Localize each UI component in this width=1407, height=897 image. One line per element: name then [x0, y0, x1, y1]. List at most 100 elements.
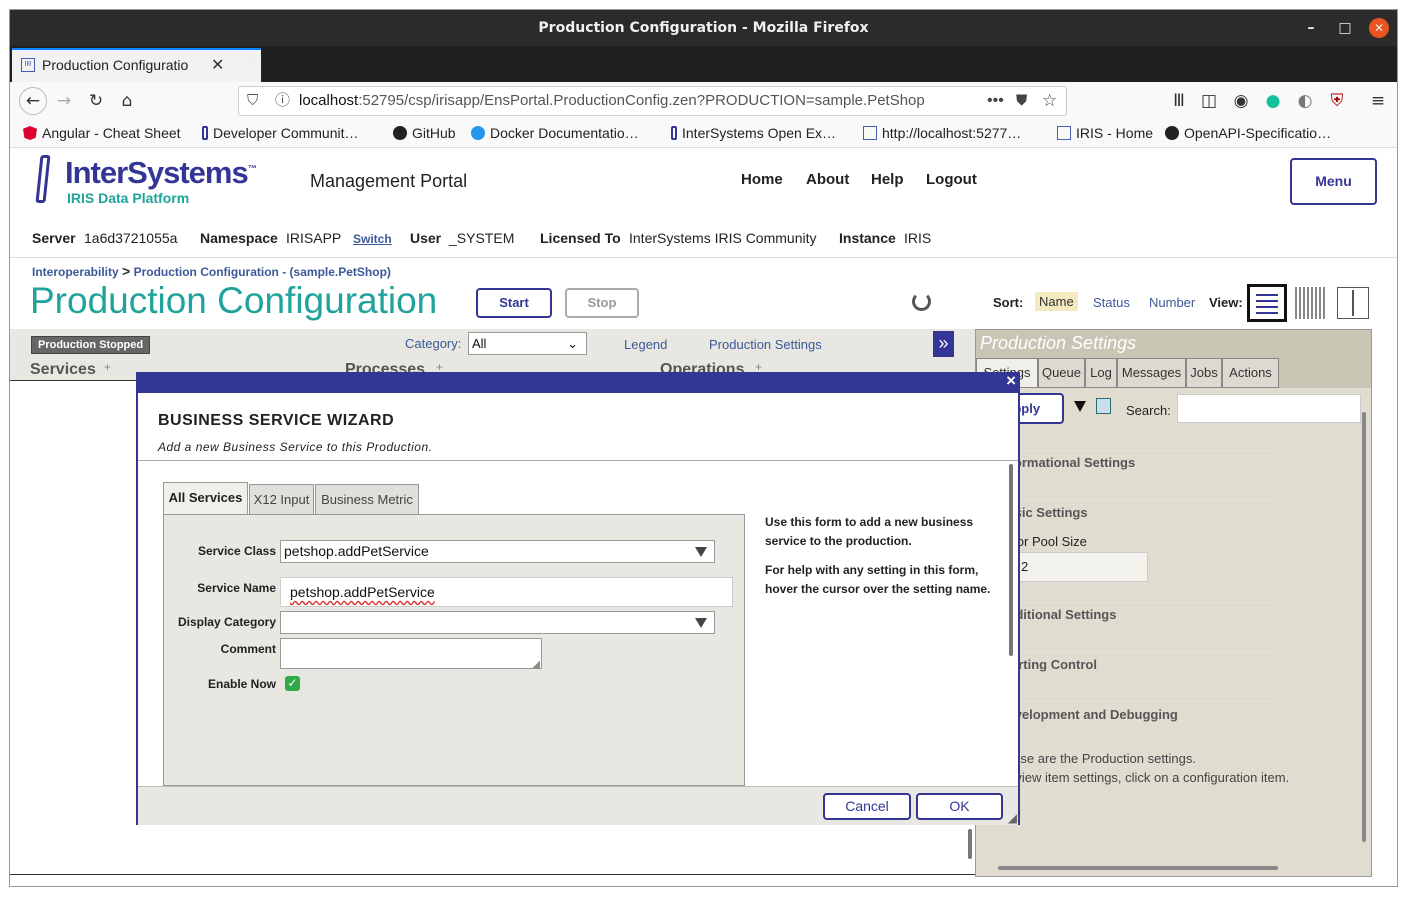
ublock-icon[interactable]: ⛨: [1326, 90, 1348, 112]
switch-namespace-link[interactable]: Switch: [353, 232, 392, 246]
namespace-label: Namespace: [200, 230, 278, 246]
intersystems-icon: [202, 126, 208, 140]
legend-link[interactable]: Legend: [624, 337, 667, 352]
expand-all-icon[interactable]: [1096, 398, 1111, 414]
back-icon[interactable]: ←: [19, 87, 47, 115]
service-class-label[interactable]: Service Class: [164, 544, 276, 558]
refresh-icon[interactable]: [912, 292, 931, 311]
maximize-icon[interactable]: □: [1335, 18, 1355, 38]
start-button[interactable]: Start: [476, 288, 552, 318]
dialog-footer: Cancel OK ◢: [138, 786, 1018, 825]
breadcrumb-interoperability[interactable]: Interoperability: [32, 265, 119, 279]
extension-icon[interactable]: ◐: [1294, 90, 1316, 112]
home-link[interactable]: Home: [741, 171, 783, 188]
intersystems-logo-icon: [35, 155, 51, 203]
about-link[interactable]: About: [806, 171, 849, 188]
services-column-header: Services: [30, 361, 96, 378]
collapse-all-icon[interactable]: [1074, 401, 1086, 412]
enable-now-label[interactable]: Enable Now: [164, 677, 276, 691]
tab-all-services[interactable]: All Services: [163, 482, 248, 515]
dropdown-arrow-icon: [695, 547, 707, 557]
bookmark-item[interactable]: Angular - Cheat Sheet: [23, 125, 181, 141]
display-category-label[interactable]: Display Category: [164, 615, 276, 629]
service-name-input[interactable]: petshop.addPetService: [280, 577, 733, 607]
grid-view-icon[interactable]: [1295, 287, 1327, 319]
list-view-icon[interactable]: [1247, 284, 1287, 322]
enable-now-checkbox[interactable]: ✓: [285, 676, 300, 691]
bookmark-star-icon[interactable]: ☆: [1042, 87, 1057, 115]
home-icon[interactable]: ⌂: [116, 90, 138, 112]
grammarly-icon[interactable]: ●: [1262, 90, 1284, 112]
help-link[interactable]: Help: [871, 171, 904, 188]
breadcrumb-production-name: - (sample.PetShop): [282, 265, 391, 279]
divider: [996, 651, 1276, 652]
library-icon[interactable]: Ⅲ: [1168, 90, 1190, 112]
tab-strip: IR Production Configuratio ✕ +: [10, 46, 1397, 82]
new-tab-icon[interactable]: +: [241, 50, 259, 75]
menu-button[interactable]: Menu: [1290, 158, 1377, 205]
tab-business-metric[interactable]: Business Metric: [315, 484, 419, 515]
tab-actions[interactable]: Actions: [1222, 358, 1279, 388]
bookmark-item[interactable]: Developer Communit…: [202, 125, 359, 141]
stop-button[interactable]: Stop: [565, 288, 639, 318]
dialog-resize-icon[interactable]: ◢: [1008, 811, 1017, 825]
navigation-bar: ← → ↻ ⌂ ⛉ ⓘ localhost:52795/csp/irisapp/…: [10, 82, 1397, 120]
sidebar-icon[interactable]: ◫: [1198, 90, 1220, 112]
iris-icon: [1057, 126, 1071, 140]
bookmark-item[interactable]: GitHub: [393, 125, 456, 141]
pocket-icon[interactable]: ⛊: [1016, 87, 1027, 115]
forward-icon[interactable]: →: [53, 90, 75, 112]
page-actions-icon[interactable]: •••: [987, 87, 1004, 115]
bookmark-item[interactable]: InterSystems Open Ex…: [671, 125, 836, 141]
tab-log[interactable]: Log: [1085, 358, 1117, 388]
bookmark-item[interactable]: OpenAPI-Specificatio…: [1165, 125, 1331, 141]
minimize-icon[interactable]: –: [1301, 18, 1321, 38]
breadcrumb-production-configuration[interactable]: Production Configuration: [134, 265, 279, 279]
ok-button[interactable]: OK: [916, 793, 1003, 820]
tab-queue[interactable]: Queue: [1038, 358, 1085, 388]
dialog-scrollbar[interactable]: [1009, 464, 1013, 656]
resize-handle-icon[interactable]: ◢: [532, 659, 540, 670]
settings-panel-title: Production Settings: [980, 333, 1137, 353]
brand-name: InterSystems™: [65, 155, 257, 190]
production-settings-link[interactable]: Production Settings: [709, 337, 822, 352]
tab-x12-input[interactable]: X12 Input: [249, 484, 314, 515]
comment-label[interactable]: Comment: [164, 642, 276, 656]
sort-name-option[interactable]: Name: [1035, 292, 1078, 311]
settings-vscrollbar[interactable]: [1362, 412, 1366, 842]
category-select[interactable]: All ⌄: [468, 332, 587, 355]
help-text-2: For help with any setting in this form, …: [765, 563, 991, 596]
bookmark-item[interactable]: IRIS - Home: [1057, 125, 1153, 141]
actor-pool-input[interactable]: 2: [998, 552, 1148, 582]
user-value: _SYSTEM: [449, 230, 515, 246]
browser-tab[interactable]: IR Production Configuratio ✕: [12, 48, 261, 82]
production-status-badge: Production Stopped: [31, 336, 151, 354]
settings-hscrollbar[interactable]: [998, 866, 1278, 870]
cancel-button[interactable]: Cancel: [823, 793, 911, 820]
comment-textarea[interactable]: ◢: [280, 638, 542, 670]
tab-messages[interactable]: Messages: [1117, 358, 1186, 388]
hamburger-menu-icon[interactable]: ≡: [1367, 90, 1389, 112]
bookmark-item[interactable]: Docker Documentatio…: [471, 125, 639, 141]
close-window-icon[interactable]: ✕: [1369, 18, 1389, 38]
add-service-icon[interactable]: +: [104, 360, 111, 374]
sort-number-option[interactable]: Number: [1149, 295, 1195, 310]
split-view-icon[interactable]: [1337, 287, 1369, 319]
account-icon[interactable]: ◉: [1230, 90, 1252, 112]
sort-status-option[interactable]: Status: [1093, 295, 1130, 310]
tab-close-icon[interactable]: ✕: [211, 55, 224, 75]
settings-search-input[interactable]: [1177, 394, 1361, 423]
reload-icon[interactable]: ↻: [85, 90, 107, 112]
expand-panel-icon[interactable]: »: [933, 331, 954, 357]
url-bar[interactable]: ⛉ ⓘ localhost:52795/csp/irisapp/EnsPorta…: [238, 86, 1067, 116]
bookmark-item[interactable]: http://localhost:5277…: [863, 125, 1021, 141]
section-development[interactable]: Development and Debugging: [998, 707, 1178, 722]
diagram-scrollbar[interactable]: [968, 829, 972, 859]
tab-jobs[interactable]: Jobs: [1186, 358, 1222, 388]
logout-link[interactable]: Logout: [926, 171, 977, 188]
search-label: Search:: [1126, 403, 1171, 418]
service-class-select[interactable]: petshop.addPetService: [280, 540, 715, 563]
dialog-close-icon[interactable]: ×: [1006, 371, 1016, 391]
display-category-select[interactable]: [280, 611, 715, 634]
service-name-label[interactable]: Service Name: [164, 581, 276, 595]
